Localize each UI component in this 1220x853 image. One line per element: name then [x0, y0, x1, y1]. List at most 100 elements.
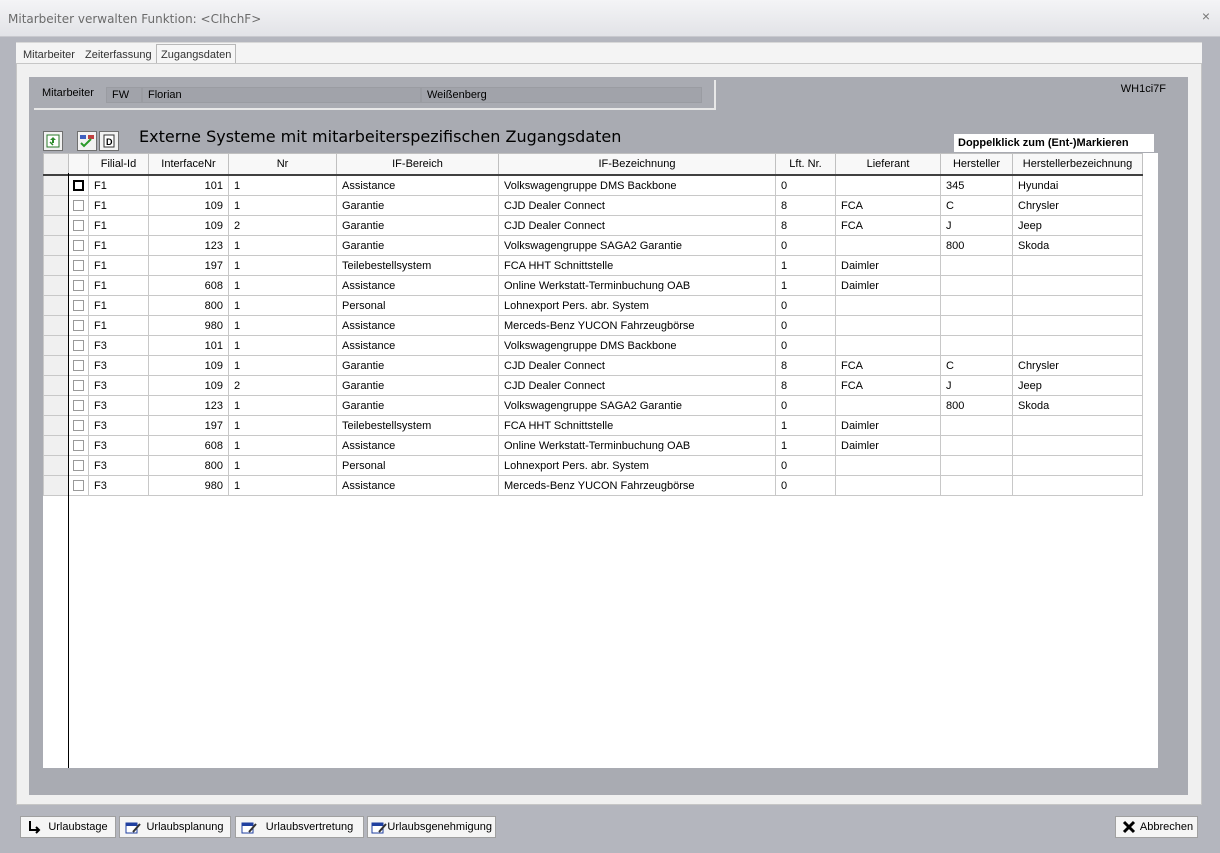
- table-cell[interactable]: Volkswagengruppe SAGA2 Garantie: [498, 235, 776, 256]
- column-header[interactable]: InterfaceNr: [148, 153, 229, 176]
- column-header[interactable]: Lieferant: [835, 153, 941, 176]
- table-cell[interactable]: 1: [228, 315, 337, 336]
- table-cell[interactable]: 1: [228, 275, 337, 296]
- table-cell[interactable]: Volkswagengruppe DMS Backbone: [498, 174, 776, 196]
- table-cell[interactable]: [835, 475, 941, 496]
- table-cell[interactable]: 123: [148, 395, 229, 416]
- table-cell[interactable]: Skoda: [1012, 395, 1143, 416]
- row-checkbox[interactable]: [73, 340, 84, 351]
- table-cell[interactable]: Assistance: [336, 174, 499, 196]
- table-cell[interactable]: [1012, 335, 1143, 356]
- table-cell[interactable]: Chrysler: [1012, 195, 1143, 216]
- tab-zugangsdaten[interactable]: Zugangsdaten: [156, 44, 237, 65]
- table-cell[interactable]: Chrysler: [1012, 355, 1143, 376]
- row-checkbox[interactable]: [73, 200, 84, 211]
- table-cell[interactable]: [1012, 315, 1143, 336]
- table-cell[interactable]: 0: [775, 235, 836, 256]
- table-cell[interactable]: 1: [228, 395, 337, 416]
- table-cell[interactable]: 0: [775, 475, 836, 496]
- table-cell[interactable]: [1012, 255, 1143, 276]
- row-selector[interactable]: [43, 435, 69, 456]
- table-cell[interactable]: FCA: [835, 375, 941, 396]
- table-row[interactable]: F1 608 1 Assistance Online Werkstatt-Terminb…: [43, 275, 1143, 296]
- row-selector[interactable]: [43, 275, 69, 296]
- table-cell[interactable]: F1: [88, 174, 149, 196]
- table-cell[interactable]: [835, 455, 941, 476]
- table-cell[interactable]: Jeep: [1012, 375, 1143, 396]
- row-checkbox[interactable]: [73, 260, 84, 271]
- row-checkbox[interactable]: [73, 300, 84, 311]
- table-cell[interactable]: F3: [88, 355, 149, 376]
- table-cell[interactable]: Daimler: [835, 275, 941, 296]
- row-checkbox[interactable]: [73, 400, 84, 411]
- column-header[interactable]: Filial-Id: [88, 153, 149, 176]
- table-cell[interactable]: 1: [775, 415, 836, 436]
- table-cell[interactable]: 1: [775, 255, 836, 276]
- table-cell[interactable]: 197: [148, 415, 229, 436]
- table-cell[interactable]: 1: [775, 275, 836, 296]
- table-row[interactable]: F1 980 1 Assistance Merceds-Benz YUCON Fahrz…: [43, 315, 1143, 336]
- table-cell[interactable]: CJD Dealer Connect: [498, 215, 776, 236]
- table-cell[interactable]: 1: [228, 235, 337, 256]
- table-cell[interactable]: [940, 315, 1013, 336]
- table-cell[interactable]: C: [940, 195, 1013, 216]
- row-selector[interactable]: [43, 455, 69, 476]
- urlaubstage-button[interactable]: Urlaubstage: [20, 816, 116, 838]
- table-cell[interactable]: [940, 275, 1013, 296]
- table-cell[interactable]: 1: [228, 435, 337, 456]
- row-selector[interactable]: [43, 335, 69, 356]
- refresh-button[interactable]: [43, 131, 63, 151]
- table-cell[interactable]: 109: [148, 195, 229, 216]
- table-cell[interactable]: FCA: [835, 195, 941, 216]
- table-cell[interactable]: [1012, 295, 1143, 316]
- table-row[interactable]: F3 197 1 Teilebestellsystem FCA HHT Schnitts…: [43, 415, 1143, 436]
- table-cell[interactable]: Volkswagengruppe SAGA2 Garantie: [498, 395, 776, 416]
- table-cell[interactable]: Lohnexport Pers. abr. System: [498, 295, 776, 316]
- row-checkbox[interactable]: [73, 440, 84, 451]
- table-cell[interactable]: Garantie: [336, 395, 499, 416]
- table-cell[interactable]: Daimler: [835, 435, 941, 456]
- table-cell[interactable]: 1: [228, 255, 337, 276]
- table-cell[interactable]: F1: [88, 215, 149, 236]
- table-cell[interactable]: Merceds-Benz YUCON Fahrzeugbörse: [498, 315, 776, 336]
- table-cell[interactable]: [940, 455, 1013, 476]
- column-header[interactable]: IF-Bezeichnung: [498, 153, 776, 176]
- table-row[interactable]: F3 101 1 Assistance Volkswagengruppe DMS Bac…: [43, 335, 1143, 356]
- row-checkbox[interactable]: [73, 180, 84, 191]
- table-cell[interactable]: 980: [148, 475, 229, 496]
- table-cell[interactable]: FCA HHT Schnittstelle: [498, 415, 776, 436]
- table-cell[interactable]: 345: [940, 174, 1013, 196]
- table-cell[interactable]: F3: [88, 395, 149, 416]
- table-cell[interactable]: 123: [148, 235, 229, 256]
- row-selector[interactable]: [43, 375, 69, 396]
- table-row[interactable]: F1 123 1 Garantie Volkswagengruppe SAGA2 Gar…: [43, 235, 1143, 256]
- table-cell[interactable]: Personal: [336, 295, 499, 316]
- table-cell[interactable]: CJD Dealer Connect: [498, 355, 776, 376]
- table-cell[interactable]: [1012, 275, 1143, 296]
- table-cell[interactable]: CJD Dealer Connect: [498, 195, 776, 216]
- table-cell[interactable]: F3: [88, 375, 149, 396]
- table-cell[interactable]: Teilebestellsystem: [336, 415, 499, 436]
- table-cell[interactable]: 608: [148, 275, 229, 296]
- table-cell[interactable]: F1: [88, 315, 149, 336]
- table-cell[interactable]: F1: [88, 295, 149, 316]
- row-checkbox[interactable]: [73, 240, 84, 251]
- table-cell[interactable]: FCA: [835, 355, 941, 376]
- table-cell[interactable]: Garantie: [336, 355, 499, 376]
- row-selector[interactable]: [43, 355, 69, 376]
- column-header[interactable]: Lft. Nr.: [775, 153, 836, 176]
- table-cell[interactable]: F3: [88, 335, 149, 356]
- table-cell[interactable]: [940, 255, 1013, 276]
- table-cell[interactable]: 0: [775, 315, 836, 336]
- table-cell[interactable]: F1: [88, 255, 149, 276]
- table-cell[interactable]: 101: [148, 335, 229, 356]
- table-cell[interactable]: F1: [88, 275, 149, 296]
- column-header[interactable]: IF-Bereich: [336, 153, 499, 176]
- table-cell[interactable]: 109: [148, 355, 229, 376]
- table-cell[interactable]: F1: [88, 195, 149, 216]
- row-checkbox[interactable]: [73, 320, 84, 331]
- table-row[interactable]: F3 980 1 Assistance Merceds-Benz YUCON Fahrz…: [43, 475, 1143, 496]
- table-cell[interactable]: [835, 395, 941, 416]
- table-row[interactable]: F3 800 1 Personal Lohnexport Pers. abr. Syst…: [43, 455, 1143, 476]
- table-cell[interactable]: [835, 335, 941, 356]
